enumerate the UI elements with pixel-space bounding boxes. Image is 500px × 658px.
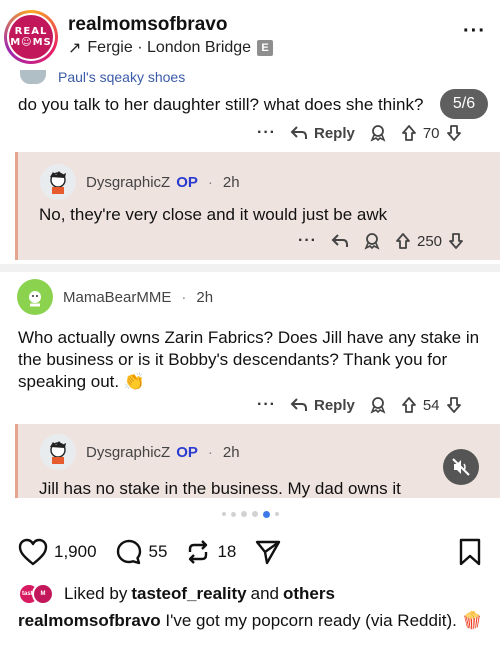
liked-by-line: taste M Liked by tasteof_reality and oth… — [18, 583, 335, 605]
caption-text: I've got my popcorn ready (via Reddit). … — [160, 611, 483, 630]
reply-time: 2h — [222, 443, 240, 461]
reply-arrow-icon — [331, 234, 348, 247]
op-badge: OP — [176, 173, 198, 191]
user-avatar — [40, 434, 76, 470]
account-logo: REAL M☺MS — [9, 15, 53, 59]
user-avatar — [17, 279, 53, 315]
comment-more-icon: ··· — [257, 124, 276, 141]
carousel-indicator — [0, 509, 500, 519]
comment-more-icon: ··· — [257, 396, 276, 413]
reply-arrow-icon — [290, 398, 307, 411]
previous-comment-row: Paul's sqeaky shoes — [20, 68, 185, 86]
carousel-dot-active — [262, 510, 270, 518]
upvote-icon — [401, 125, 416, 141]
post-caption: realmomsofbravo I've got my popcorn read… — [18, 610, 488, 632]
muted-speaker-icon — [452, 458, 470, 476]
reply-more-icon: ··· — [298, 232, 317, 249]
reply-arrow-icon — [290, 126, 307, 139]
award-icon — [370, 397, 386, 414]
vote-count: 250 — [416, 232, 443, 250]
carousel-dot — [251, 511, 258, 517]
post-action-bar: 1,900 55 18 — [18, 536, 482, 568]
reply-text: Jill has no stake in the business. My da… — [39, 479, 401, 498]
repost-icon — [189, 540, 208, 564]
repost-count: 18 — [217, 542, 237, 561]
audio-label: Fergie · London Bridge — [87, 39, 252, 56]
op-reply: DysgraphicZ OP · 2h Jill has no stake in… — [15, 424, 500, 498]
op-badge: OP — [176, 443, 198, 461]
account-avatar[interactable]: REAL M☺MS — [4, 10, 58, 64]
downvote-icon — [446, 125, 461, 141]
mute-button[interactable] — [443, 449, 479, 485]
downvote-icon — [446, 397, 461, 413]
caption-username[interactable]: realmomsofbravo — [18, 611, 161, 630]
downvote-icon — [449, 233, 463, 249]
reply-time: 2h — [222, 173, 240, 191]
liker-avatar: M — [32, 583, 54, 605]
carousel-dot — [274, 512, 279, 516]
user-avatar — [40, 164, 76, 200]
comment-text: Who actually owns Zarin Fabrics? Does Ji… — [18, 328, 480, 391]
comment-header: MamaBearMME · 2h — [17, 279, 213, 315]
previous-user-avatar — [20, 70, 46, 84]
heart-icon — [18, 538, 48, 566]
like-button[interactable]: 1,900 — [18, 538, 97, 566]
previous-username: Paul's sqeaky shoes — [58, 69, 186, 85]
upvote-icon — [401, 397, 416, 413]
like-count: 1,900 — [54, 542, 97, 561]
comment-text: do you talk to her daughter still? what … — [18, 95, 424, 114]
carousel-dot — [230, 511, 236, 517]
audio-info[interactable]: ↗ Fergie · London Bridge E — [68, 38, 274, 58]
more-options-button[interactable]: ··· — [463, 20, 486, 43]
comment-separator — [0, 264, 500, 272]
audio-arrow-icon: ↗ — [68, 40, 82, 57]
vote-count: 70 — [422, 124, 440, 142]
reply-button: Reply — [290, 397, 355, 414]
award-icon — [370, 125, 386, 142]
post-image[interactable]: Paul's sqeaky shoes do you talk to her d… — [0, 68, 500, 498]
upvote-icon — [396, 233, 410, 249]
comment-time: 2h — [196, 288, 214, 306]
comment-username: MamaBearMME — [63, 288, 172, 306]
reply-username: DysgraphicZ — [86, 443, 171, 461]
liked-by-avatars: taste M — [18, 583, 54, 605]
share-button[interactable] — [254, 538, 282, 566]
reply-actions: ··· 250 — [298, 232, 464, 250]
op-reply: DysgraphicZ OP · 2h No, they're very clo… — [15, 152, 500, 260]
others-link[interactable]: others — [283, 584, 335, 604]
award-icon — [364, 233, 380, 250]
carousel-dot — [221, 512, 226, 516]
comment-count: 55 — [148, 542, 168, 561]
carousel-dot — [240, 511, 247, 517]
explicit-badge: E — [257, 40, 274, 56]
reply-text: No, they're very close and it would just… — [39, 205, 388, 224]
vote-count: 54 — [422, 396, 440, 414]
comment-actions: ··· Reply 70 — [257, 124, 462, 142]
page-indicator: 5/6 — [440, 89, 488, 119]
comment-actions: ··· Reply 54 — [257, 396, 462, 414]
account-username[interactable]: realmomsofbravo — [68, 14, 227, 36]
comment-bubble-icon — [116, 539, 141, 565]
reply-username: DysgraphicZ — [86, 173, 171, 191]
send-icon — [256, 540, 281, 565]
reply-button: Reply — [290, 125, 355, 142]
liker-username[interactable]: tasteof_reality — [131, 584, 246, 604]
vote-control: 70 — [401, 124, 462, 142]
bookmark-icon — [459, 538, 481, 566]
post-header: REAL M☺MS realmomsofbravo ↗ Fergie · Lon… — [0, 0, 500, 68]
repost-button[interactable]: 18 — [185, 538, 236, 566]
save-button[interactable] — [458, 538, 482, 571]
comment-button[interactable]: 55 — [115, 538, 168, 566]
